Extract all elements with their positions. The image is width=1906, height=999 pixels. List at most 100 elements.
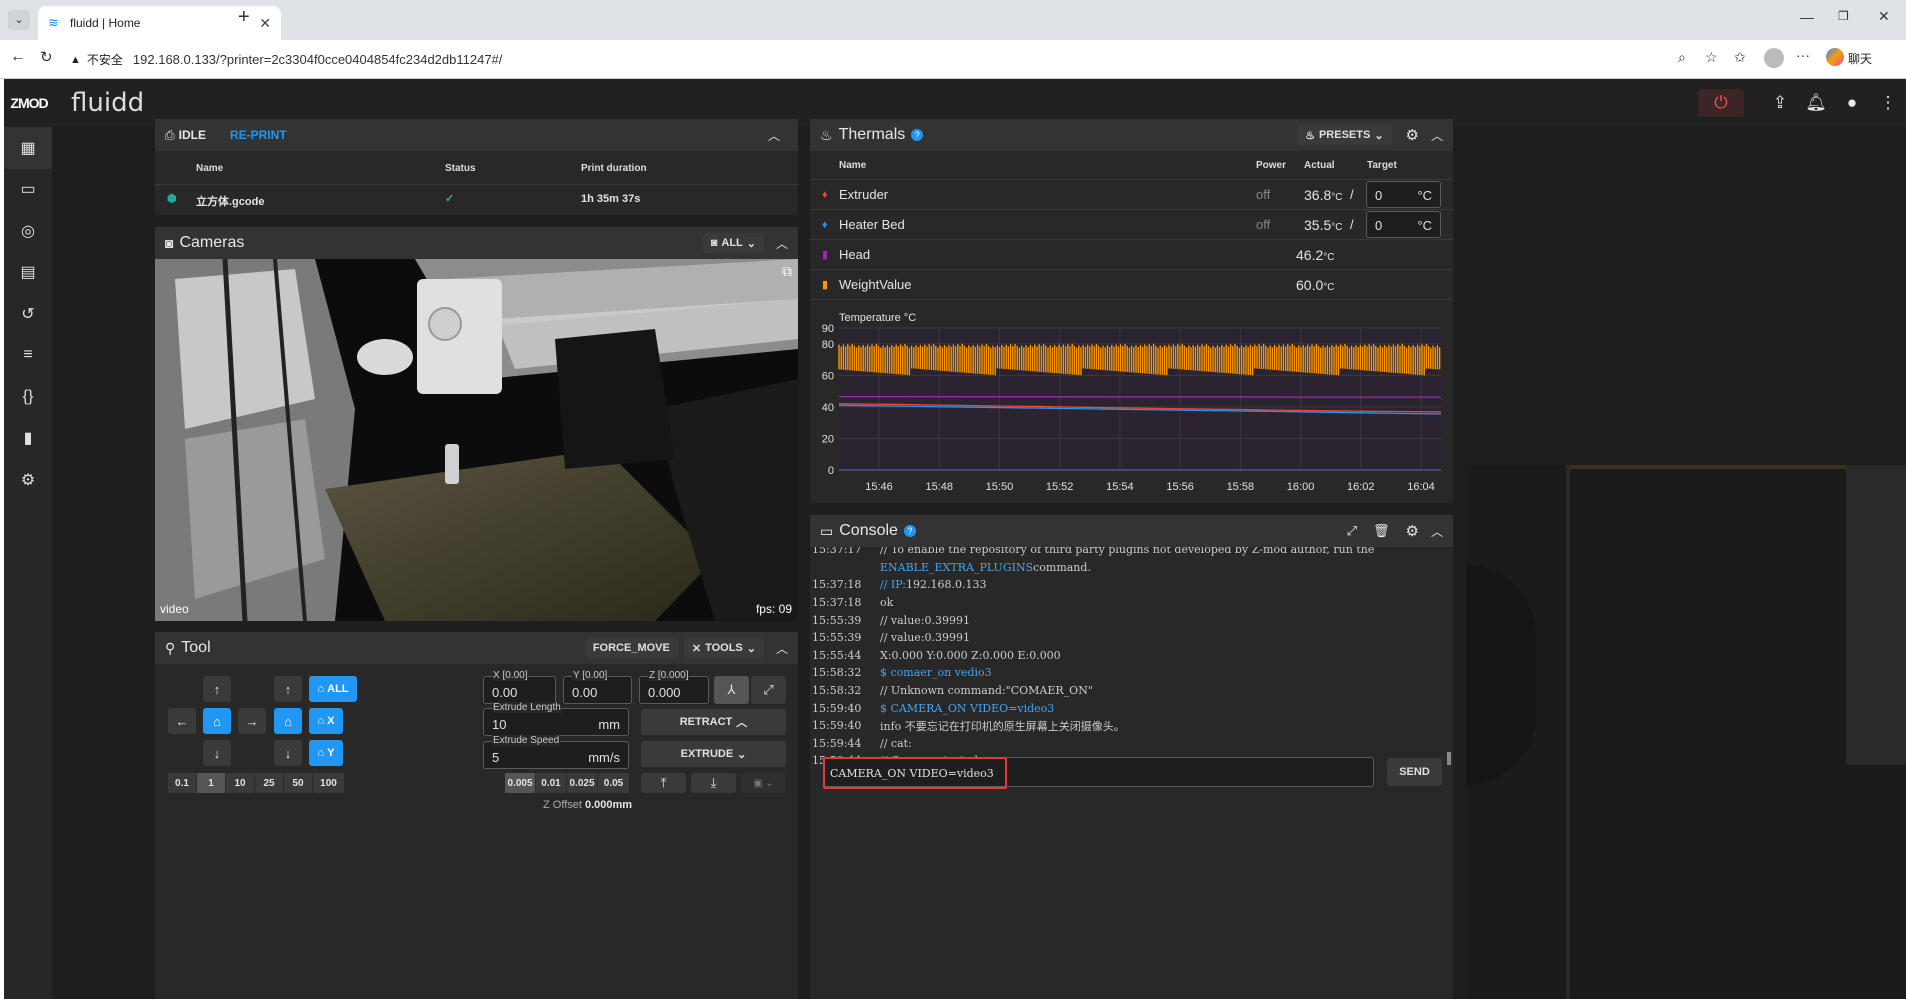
cameras-all-button[interactable]: ◙ ALL ⌄ [702, 233, 764, 253]
home-x-button[interactable]: ⌂ X [309, 708, 343, 734]
profile-avatar[interactable] [1764, 48, 1784, 68]
files-icon[interactable]: ▤ [4, 252, 52, 294]
settings-gear-icon[interactable]: ⚙ [1406, 126, 1419, 144]
star-icon[interactable]: ☆ [1705, 49, 1718, 66]
console-icon[interactable]: ▭ [4, 169, 52, 211]
step-25[interactable]: 25 [255, 773, 284, 793]
save-z-offset-button[interactable]: ▣ ⌄ [741, 773, 786, 793]
window-close-icon[interactable]: ✕ [1878, 8, 1890, 25]
security-label: 不安全 [86, 53, 123, 67]
more-icon[interactable]: ··· [1796, 47, 1810, 63]
job-table-header: Name Status Print duration [155, 151, 798, 185]
address-bar[interactable]: ▲ 不安全 192.168.0.133/?printer=2c3304f0cce… [70, 45, 1715, 74]
thermal-row-extruder: ♦ Extruder off 36.8°C / 0 °C [810, 179, 1453, 209]
zoom-icon[interactable]: ⌕ [1678, 49, 1686, 66]
y-plus-button[interactable]: ↑ [203, 676, 231, 702]
step-100[interactable]: 100 [313, 773, 344, 793]
absolute-mode-button[interactable]: ⅄ [714, 676, 749, 704]
z-plus-button[interactable]: ↑ [274, 676, 302, 702]
step-0-1[interactable]: 0.1 [168, 773, 197, 793]
settings-gear-icon[interactable]: ⚙ [1406, 522, 1419, 540]
collapse-icon[interactable]: ︿ [776, 235, 788, 252]
send-button[interactable]: SEND [1387, 758, 1442, 786]
job-state: IDLE [178, 128, 206, 142]
bell-icon[interactable]: 🔔︎ [1798, 93, 1834, 113]
dashboard-icon[interactable]: ▦ [4, 127, 52, 169]
console-line: 15:59:40 $ CAMERA_ON VIDEO=video3 [812, 701, 1055, 715]
console-line: 15:58:32 $ comaer_on vedio3 [812, 666, 992, 680]
collapse-icon[interactable]: ︿ [1431, 127, 1443, 144]
collapse-icon[interactable]: ︿ [1431, 523, 1443, 540]
retract-button[interactable]: RETRACT ︿ [641, 709, 786, 735]
upload-arrow-icon: ⤒ [660, 775, 667, 790]
expand-icon[interactable]: ⤢ [1347, 523, 1357, 539]
camera-icon[interactable]: ◎ [4, 210, 52, 252]
back-icon[interactable]: ← [10, 48, 26, 66]
nav-sidebar: ▦ ▭ ◎ ▤ ↺ ≡ {} ▮ ⚙ [4, 127, 52, 999]
help-icon[interactable]: ? [911, 129, 924, 141]
help-icon[interactable]: ? [903, 525, 916, 537]
console-line: 15:37:18// IP: 192.168.0.133 [812, 578, 987, 592]
step-1[interactable]: 1 [197, 773, 226, 793]
tab-search-icon[interactable]: ⌄ [8, 10, 30, 30]
home-xy-button[interactable]: ⌂ [203, 708, 231, 734]
favorites-icon[interactable]: ✩ [1734, 49, 1746, 66]
force-move-button[interactable]: FORCE_MOVE [584, 638, 678, 658]
home-y-button[interactable]: ⌂ Y [309, 740, 343, 766]
tools-button[interactable]: ✕ TOOLS ⌄ [683, 638, 764, 658]
open-external-icon[interactable]: ⧉ [782, 263, 792, 280]
minimize-icon[interactable]: — [1800, 9, 1814, 25]
thermal-actual: 35.5°C [1304, 216, 1343, 233]
extrude-length-field[interactable]: Extrude Length 10 mm [483, 702, 629, 736]
upload-icon[interactable]: ⇪ [1762, 93, 1798, 113]
system-icon[interactable]: ▮ [4, 418, 52, 460]
x-plus-button[interactable]: → [238, 708, 266, 734]
close-tab-icon[interactable]: ✕ [259, 15, 271, 32]
z-position-field[interactable]: Z [0.000] 0.000 [639, 670, 709, 704]
collapse-icon[interactable]: ︿ [776, 640, 788, 657]
thermals-title: Thermals [838, 126, 906, 143]
z-up-button[interactable]: ⤒ [641, 773, 686, 793]
y-minus-button[interactable]: ↓ [203, 740, 231, 766]
extrude-button[interactable]: EXTRUDE ⌄ [641, 741, 786, 767]
tune-icon[interactable]: ≡ [4, 335, 52, 377]
zstep-0-005[interactable]: 0.005 [505, 773, 536, 793]
camera-feed[interactable]: video fps: 09 ⧉ [155, 259, 798, 621]
emergency-stop-button[interactable]: ⏻ [1698, 89, 1744, 117]
job-card: ⎙ IDLE RE-PRINT ︿ Name Status Print dura… [155, 119, 798, 215]
console-scrollbar[interactable] [1447, 752, 1451, 765]
restore-icon[interactable]: ❐ [1838, 9, 1849, 23]
job-row[interactable]: ⬢ 立方体.gcode ✓ 1h 35m 37s [155, 185, 798, 215]
collapse-icon[interactable]: ︿ [768, 127, 780, 144]
extrude-speed-field[interactable]: Extrude Speed 5 mm/s [483, 735, 629, 769]
menu-dots-icon[interactable]: ⋮ [1870, 93, 1906, 113]
bed-target-input[interactable]: 0 °C [1366, 211, 1441, 238]
step-50[interactable]: 50 [284, 773, 313, 793]
temperature-chart[interactable]: Temperature °C 0 20 40 60 80 90 15:46 15:48 15:5… [810, 299, 1453, 503]
console-log[interactable]: 15:37:17// To enable the repository of t… [810, 547, 1453, 765]
zstep-0-025[interactable]: 0.025 [567, 773, 598, 793]
reload-icon[interactable]: ↻ [40, 48, 53, 66]
z-down-button[interactable]: ⤓ [691, 773, 736, 793]
trash-icon[interactable]: 🗑︎ [1373, 523, 1390, 539]
home-all-button[interactable]: ⌂ ALL [309, 676, 357, 702]
relative-mode-button[interactable]: ⤢ [751, 676, 786, 704]
thermal-row-head: ▮ Head 46.2°C [810, 239, 1453, 269]
x-minus-button[interactable]: ← [168, 708, 196, 734]
step-10[interactable]: 10 [226, 773, 255, 793]
zstep-0-01[interactable]: 0.01 [536, 773, 567, 793]
macros-icon[interactable]: {} [4, 376, 52, 418]
y-position-field[interactable]: Y [0.00] 0.00 [563, 670, 632, 704]
history-icon[interactable]: ↺ [4, 293, 52, 335]
copilot-icon[interactable] [1826, 48, 1844, 66]
presets-button[interactable]: ♨ PRESETS ⌄ [1297, 125, 1392, 145]
settings-icon[interactable]: ⚙ [4, 459, 52, 501]
reprint-button[interactable]: RE-PRINT [230, 128, 287, 142]
x-position-field[interactable]: X [0.00] 0.00 [483, 670, 556, 704]
extruder-target-input[interactable]: 0 °C [1366, 181, 1441, 208]
user-icon[interactable]: ● [1834, 93, 1870, 113]
z-minus-button[interactable]: ↓ [274, 740, 302, 766]
new-tab-icon[interactable]: + [238, 6, 250, 29]
home-z-button[interactable]: ⌂ [274, 708, 302, 734]
zstep-0-05[interactable]: 0.05 [598, 773, 629, 793]
